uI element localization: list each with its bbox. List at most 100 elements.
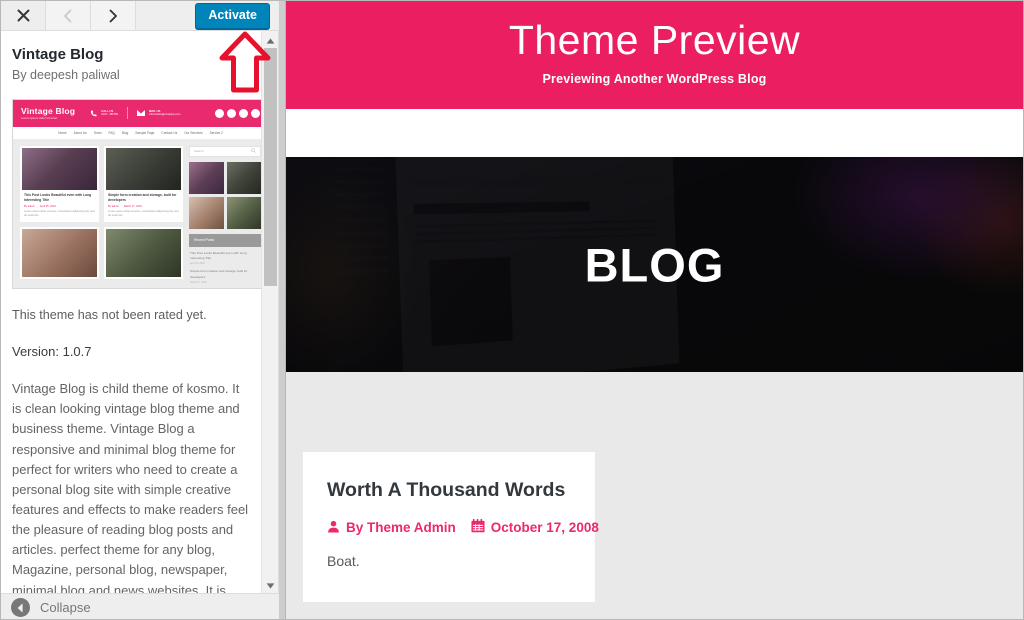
screenshot-post: This Post Looks Beautiful even with Long… — [20, 145, 99, 222]
facebook-icon — [215, 108, 224, 118]
post-meta: By Theme Admin October 17, 2008 — [327, 519, 599, 536]
activate-button[interactable]: Activate — [195, 2, 270, 29]
theme-install-sidebar: Activate Vintage Blog By deepesh paliwal… — [1, 1, 279, 619]
screenshot-post — [104, 226, 183, 279]
mail-icon — [136, 109, 145, 117]
post-author-label: By Theme Admin — [346, 520, 456, 536]
sidebar-toolbar: Activate — [1, 1, 279, 31]
screenshot-nav-item: FAQ — [108, 130, 115, 135]
hero-title: BLOG — [584, 238, 725, 291]
screenshot-sidebar: Search Recent Posts This Post Looks Beau… — [189, 145, 261, 284]
screenshot-post-meta: By admin April 15, 2019 — [24, 204, 56, 208]
recent-post-date: March 17, 2019 — [190, 280, 207, 284]
theme-screenshot[interactable]: Vintage Blog Lorem ipsum dolor sit amet … — [12, 98, 261, 289]
screenshot-contact-phone: CALL US 0123 - 456789 MAIL US informatio… — [89, 107, 181, 120]
screenshot-nav-item: About Us — [73, 130, 87, 135]
chevron-left-icon — [62, 9, 74, 23]
recent-post-title: Simple form creation and storage, built … — [190, 269, 248, 279]
collapse-left-icon — [11, 598, 30, 617]
scroll-down-icon — [266, 576, 275, 594]
theme-rating: This theme has not been rated yet. — [12, 307, 207, 322]
post-author[interactable]: By Theme Admin — [327, 520, 456, 536]
theme-name: Vintage Blog — [12, 46, 104, 63]
screenshot-nav-item: Team — [93, 130, 102, 135]
screenshot-post-image — [106, 147, 181, 190]
screenshot-main: This Post Looks Beautiful even with Long… — [13, 139, 261, 288]
screenshot-site-header: Vintage Blog Lorem ipsum dolor sit amet … — [13, 99, 261, 127]
post-card: Worth A Thousand Words By Theme Admin Oc… — [303, 452, 599, 603]
activate-button-wrap: Activate — [195, 1, 279, 30]
screenshot-logo: Vintage Blog Lorem ipsum dolor sit amet — [21, 105, 76, 120]
sidebar-body: Vintage Blog By deepesh paliwal Vintage … — [1, 31, 279, 593]
screenshot-post-excerpt: Lorem ipsum dolor sit amet, consectetur … — [24, 209, 95, 217]
screenshot-nav-item: Service 2 — [209, 130, 223, 135]
theme-preview-window: Activate Vintage Blog By deepesh paliwal… — [0, 0, 1024, 620]
post-date[interactable]: October 17, 2008 — [471, 519, 599, 536]
theme-description: Vintage Blog is child theme of kosmo. It… — [12, 381, 249, 593]
recent-post-title: This Post Looks Beautiful even with Long… — [190, 250, 247, 260]
next-theme-button[interactable] — [91, 1, 136, 30]
hero-banner: BLOG — [286, 157, 1023, 372]
screenshot-logo-sub: Lorem ipsum dolor sit amet — [21, 116, 58, 120]
screenshot-post-title: Simple form creation and storage, built … — [108, 192, 177, 202]
phone-icon — [89, 109, 97, 117]
scrollbar-track[interactable] — [262, 48, 278, 576]
screenshot-recent-posts: This Post Looks Beautiful even with Long… — [189, 247, 261, 289]
site-tagline: Previewing Another WordPress Blog — [542, 72, 767, 87]
theme-preview-iframe: Theme Preview Previewing Another WordPre… — [286, 1, 1023, 619]
gallery-image — [189, 161, 224, 194]
chevron-right-icon — [107, 9, 119, 23]
screenshot-post — [20, 226, 99, 279]
recent-post-title: Trimmed the beard down for a job intervi… — [190, 288, 261, 289]
screenshot-post-grid: This Post Looks Beautiful even with Long… — [20, 145, 183, 282]
theme-author: By deepesh paliwal — [12, 68, 120, 83]
screenshot-nav-item: Blog — [121, 130, 129, 135]
screenshot-nav-item: Home — [58, 130, 67, 135]
sidebar-scrollbar[interactable] — [261, 31, 278, 593]
screenshot-post-image — [22, 147, 97, 190]
scroll-down-button[interactable] — [262, 576, 278, 593]
google-plus-icon — [239, 108, 248, 118]
screenshot-nav: Home About Us Team FAQ Blog Sample Page … — [13, 126, 261, 140]
post-date-label: October 17, 2008 — [490, 520, 599, 536]
screenshot-nav-item: Sample Page — [135, 130, 155, 135]
search-icon — [251, 148, 256, 154]
collapse-button[interactable]: Collapse — [1, 593, 279, 619]
collapse-label: Collapse — [40, 600, 91, 615]
screenshot-post: Simple form creation and storage, built … — [104, 145, 183, 222]
scroll-up-icon — [266, 31, 275, 49]
screenshot-mail-text: MAIL US information@company.com — [148, 109, 181, 117]
gallery-image — [226, 161, 261, 194]
linkedin-icon — [251, 108, 260, 118]
twitter-icon — [227, 108, 236, 118]
post-list: Worth A Thousand Words By Theme Admin Oc… — [286, 372, 1023, 619]
screenshot-gallery — [189, 161, 261, 229]
preview-gutter — [279, 1, 286, 619]
theme-details: Vintage Blog By deepesh paliwal Vintage … — [1, 31, 261, 593]
theme-version: Version: 1.0.7 — [12, 343, 92, 359]
screenshot-post-image — [22, 228, 97, 277]
screenshot-social-icons — [215, 108, 260, 118]
post-title[interactable]: Worth A Thousand Words — [327, 478, 571, 502]
screenshot-post-excerpt: Lorem ipsum dolor sit amet, consectetur … — [108, 209, 179, 217]
site-header: Theme Preview Previewing Another WordPre… — [286, 1, 1023, 109]
close-button[interactable] — [1, 1, 46, 30]
post-excerpt: Boat. — [327, 553, 360, 570]
recent-post-date: April 15, 2019 — [190, 262, 205, 266]
scroll-up-button[interactable] — [262, 31, 278, 48]
screenshot-nav-item: Our Services — [184, 130, 203, 135]
close-icon — [17, 9, 30, 22]
previous-theme-button[interactable] — [46, 1, 91, 30]
screenshot-search-box: Search — [189, 145, 261, 157]
screenshot-post-meta: By admin March 17, 2019 — [108, 204, 142, 208]
site-nav-bar[interactable] — [286, 109, 1023, 157]
screenshot-widget-title: Recent Posts — [189, 233, 261, 247]
scrollbar-thumb[interactable] — [264, 48, 277, 286]
screenshot-search-placeholder: Search — [194, 149, 204, 154]
site-title: Theme Preview — [508, 16, 801, 63]
screenshot-divider — [126, 107, 128, 120]
screenshot-post-title: This Post Looks Beautiful even with Long… — [24, 192, 92, 202]
gallery-image — [189, 196, 224, 229]
user-icon — [327, 520, 340, 536]
